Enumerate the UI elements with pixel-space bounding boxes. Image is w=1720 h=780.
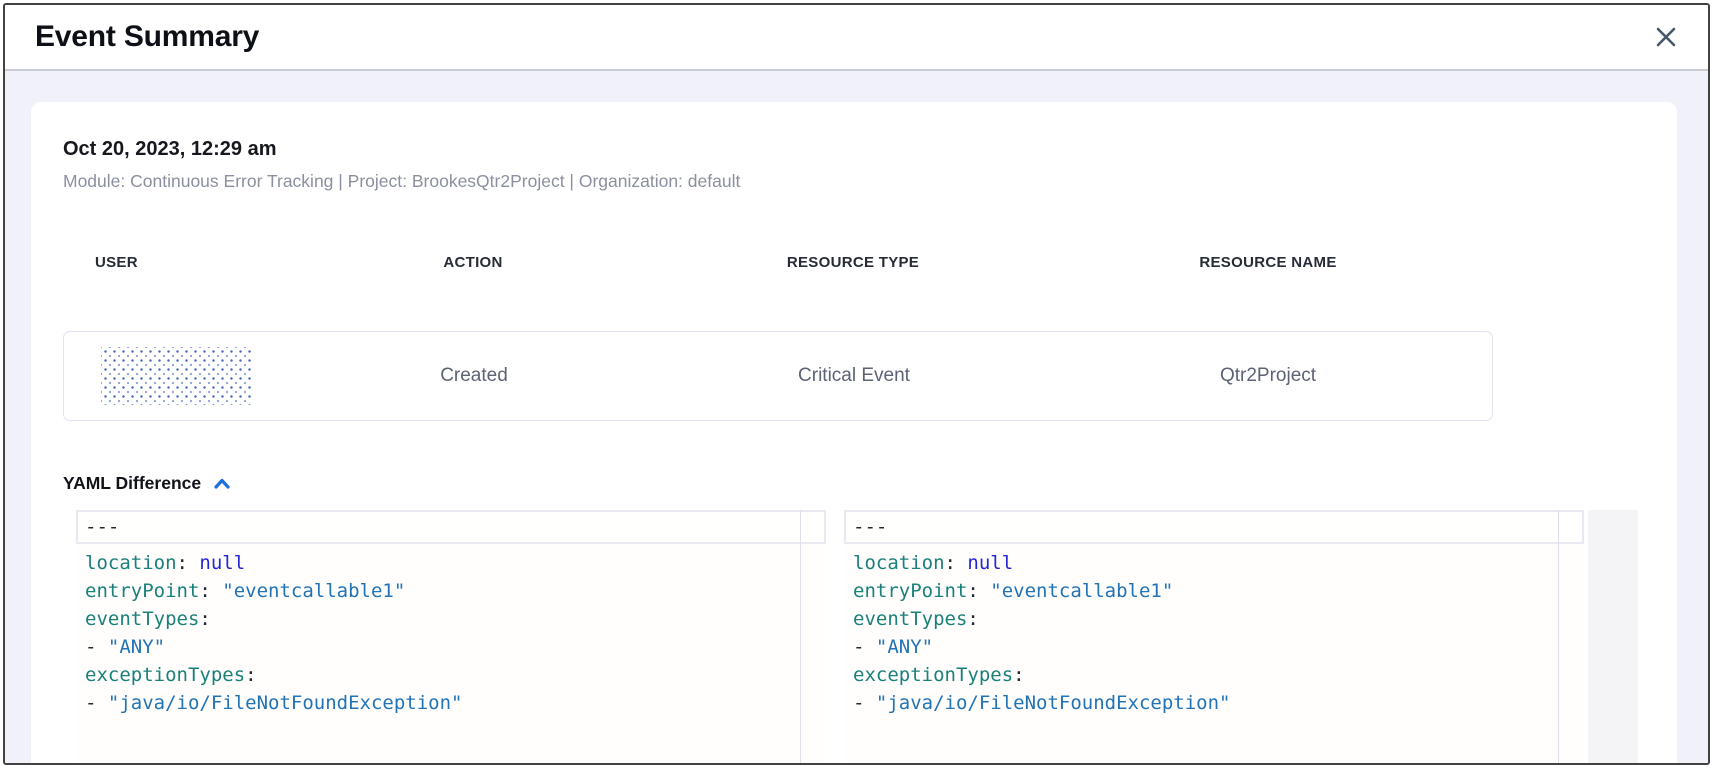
code-line[interactable]: eventTypes: xyxy=(76,605,826,633)
redacted-user-pattern xyxy=(101,347,251,405)
resource-type-cell: Critical Event xyxy=(664,365,1044,387)
code-line[interactable]: - "java/io/FileNotFoundException" xyxy=(844,689,1584,717)
pane-gutter-line xyxy=(800,510,802,765)
column-header-resource-name: RESOURCE NAME xyxy=(1043,254,1493,275)
pane-gutter-line xyxy=(1558,510,1560,765)
code-line[interactable]: eventTypes: xyxy=(844,605,1584,633)
code-line[interactable]: - "ANY" xyxy=(844,633,1584,661)
user-cell xyxy=(64,347,284,405)
code-line[interactable]: - "java/io/FileNotFoundException" xyxy=(76,689,826,717)
code-line[interactable]: location: null xyxy=(76,549,826,577)
table-header-row: USER ACTION RESOURCE TYPE RESOURCE NAME xyxy=(63,254,1493,275)
code-line[interactable]: entryPoint: "eventcallable1" xyxy=(76,577,826,605)
close-button[interactable] xyxy=(1650,21,1682,53)
screen: Event Summary Oct 20, 2023, 12:29 am Mod… xyxy=(0,0,1720,780)
code-line[interactable]: --- xyxy=(844,510,1584,544)
resource-name-cell: Qtr2Project xyxy=(1044,365,1492,387)
action-cell: Created xyxy=(284,365,664,387)
summary-card: Oct 20, 2023, 12:29 am Module: Continuou… xyxy=(31,102,1677,765)
close-icon xyxy=(1654,25,1678,49)
code-line[interactable]: exceptionTypes: xyxy=(844,661,1584,689)
event-timestamp: Oct 20, 2023, 12:29 am xyxy=(63,138,1645,161)
audit-table: USER ACTION RESOURCE TYPE RESOURCE NAME … xyxy=(63,254,1493,421)
event-table-row: Created Critical Event Qtr2Project xyxy=(63,331,1493,421)
chevron-up-icon xyxy=(213,477,231,490)
column-header-user: USER xyxy=(63,254,283,275)
yaml-section-header: YAML Difference xyxy=(63,473,1645,494)
yaml-pane: --- location: nullentryPoint: "eventcalla… xyxy=(844,510,1584,765)
event-summary-modal: Event Summary Oct 20, 2023, 12:29 am Mod… xyxy=(3,3,1710,765)
code-line[interactable]: --- xyxy=(76,510,826,544)
event-meta: Module: Continuous Error Tracking | Proj… xyxy=(63,171,1645,192)
modal-header: Event Summary xyxy=(5,5,1708,69)
modal-body: Oct 20, 2023, 12:29 am Module: Continuou… xyxy=(5,71,1708,763)
code-line[interactable]: location: null xyxy=(844,549,1584,577)
diff-scrollbar[interactable] xyxy=(1588,510,1638,765)
yaml-diff-viewer: ---location: nullentryPoint: "eventcalla… xyxy=(76,510,1645,765)
yaml-section-label: YAML Difference xyxy=(63,473,201,494)
page-title: Event Summary xyxy=(35,20,259,54)
code-line[interactable]: entryPoint: "eventcallable1" xyxy=(844,577,1584,605)
yaml-collapse-toggle[interactable] xyxy=(211,475,233,492)
yaml-pane: --- location: nullentryPoint: "eventcalla… xyxy=(76,510,826,765)
code-line[interactable]: - "ANY" xyxy=(76,633,826,661)
column-header-resource-type: RESOURCE TYPE xyxy=(663,254,1043,275)
column-header-action: ACTION xyxy=(283,254,663,275)
code-line[interactable]: exceptionTypes: xyxy=(76,661,826,689)
